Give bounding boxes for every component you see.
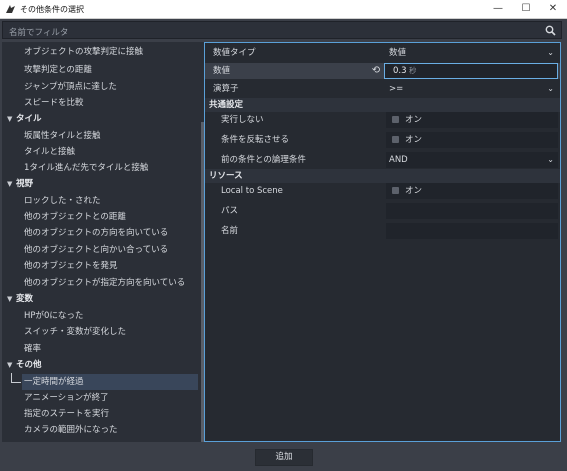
tree-item[interactable]: オブジェクトの攻撃判定に接触 (2, 44, 201, 60)
tree-item[interactable]: タイルと接触 (2, 144, 201, 160)
prop-label: 条件を反転させる (221, 135, 290, 145)
tree-item[interactable]: 指定のステートを実行 (2, 406, 201, 422)
prop-label: パス (221, 206, 239, 216)
category-label: その他 (16, 360, 42, 370)
chevron-down-icon: ⌄ (547, 84, 554, 93)
prop-label: 数値タイプ (213, 48, 256, 58)
tree-item[interactable]: 確率 (2, 341, 201, 357)
category-label: 変数 (16, 294, 34, 304)
checkbox-label: オン (405, 135, 423, 145)
dropdown-value: 数値 (389, 48, 407, 58)
category-label: 視野 (16, 179, 34, 189)
tree-item[interactable]: スイッチ・変数が変化した (2, 324, 201, 340)
value-type-dropdown[interactable]: 数値 ⌄ (386, 45, 558, 61)
tree-category-tile[interactable]: ▼ タイル (2, 111, 201, 127)
tree-item-selected[interactable]: 一定時間が経過 (22, 374, 198, 390)
tree-item[interactable]: スピードを比較 (2, 95, 201, 111)
unit-label: 秒 (409, 66, 417, 75)
prop-label: 名前 (221, 226, 239, 236)
godot-app-icon (6, 5, 15, 13)
operator-dropdown[interactable]: >= ⌄ (386, 81, 558, 97)
property-inspector: 数値タイプ 数値 ⌄ 数値 ⟲ 0.3 秒 演算子 >= ⌄ 共通設定 実行しない … (204, 42, 561, 442)
chevron-down-icon: ⌄ (547, 155, 554, 164)
add-button[interactable]: 追加 (255, 449, 313, 466)
revert-icon[interactable]: ⟲ (369, 63, 383, 79)
prop-logic: 前の条件との論理条件 AND ⌄ (205, 152, 560, 168)
chevron-down-icon[interactable]: ▼ (7, 176, 12, 192)
tree-item[interactable]: カメラの範囲外になった (2, 422, 201, 438)
tree-category-view[interactable]: ▼ 視野 (2, 176, 201, 192)
prop-label: Local to Scene (221, 186, 283, 196)
chevron-down-icon: ⌄ (547, 48, 554, 57)
checkbox-icon[interactable] (392, 187, 399, 194)
close-button[interactable]: ✕ (540, 0, 566, 18)
prop-path: パス (205, 203, 560, 219)
name-field[interactable] (386, 223, 558, 239)
checkbox-icon[interactable] (392, 116, 399, 123)
prop-label: 実行しない (221, 115, 264, 125)
prop-operator: 演算子 >= ⌄ (205, 81, 560, 97)
number-value: 0.3 (393, 66, 407, 76)
minimize-button[interactable]: — (485, 0, 511, 18)
prop-no-exec: 実行しない オン (205, 112, 560, 128)
prop-value-type: 数値タイプ 数値 ⌄ (205, 45, 560, 61)
prop-label: 前の条件との論理条件 (221, 155, 306, 165)
filter-placeholder: 名前でフィルタ (9, 28, 69, 38)
local-to-scene-checkbox[interactable]: オン (386, 183, 558, 199)
tree-guide-line (11, 373, 12, 382)
maximize-button[interactable]: ☐ (513, 0, 539, 18)
tree-item[interactable]: ジャンプが頂点に達した (2, 79, 201, 95)
tree-item[interactable]: 他のオブジェクトの方向を向いている (2, 225, 201, 241)
tree-item[interactable]: 1タイル進んだ先でタイルと接触 (2, 160, 201, 176)
search-icon[interactable] (545, 25, 556, 36)
section-common[interactable]: 共通設定 (205, 98, 560, 112)
tree-item[interactable]: 他のオブジェクトを発見 (2, 258, 201, 274)
tree-item[interactable]: アニメーションが終了 (2, 390, 201, 406)
no-exec-checkbox[interactable]: オン (386, 112, 558, 128)
logic-dropdown[interactable]: AND ⌄ (386, 152, 558, 168)
prop-name: 名前 (205, 223, 560, 239)
title-bar: その他条件の選択 — ☐ ✕ (0, 0, 567, 19)
filter-input[interactable]: 名前でフィルタ (2, 21, 562, 39)
checkbox-label: オン (405, 186, 423, 196)
chevron-down-icon[interactable]: ▼ (7, 357, 12, 373)
tree-item[interactable]: 攻撃判定との距離 (2, 62, 201, 78)
tree-item[interactable]: 坂属性タイルと接触 (2, 128, 201, 144)
prop-label: 数値 (213, 66, 231, 76)
checkbox-label: オン (405, 115, 423, 125)
tree-guide-line (11, 382, 21, 383)
value-number-input[interactable]: 0.3 秒 (384, 63, 558, 79)
path-field[interactable] (386, 203, 558, 219)
window-title: その他条件の選択 (20, 5, 84, 14)
tree-item[interactable]: 他のオブジェクトと向かい合っている (2, 242, 201, 258)
tree-item[interactable]: 他のオブジェクトとの距離 (2, 209, 201, 225)
dropdown-value: AND (389, 155, 408, 165)
category-label: タイル (16, 114, 42, 124)
tree-item[interactable]: HPが0になった (2, 308, 201, 324)
prop-local-to-scene: Local to Scene オン (205, 183, 560, 199)
dropdown-value: >= (389, 84, 404, 94)
tree-category-other[interactable]: ▼ その他 (2, 357, 201, 373)
section-resource[interactable]: リソース (205, 169, 560, 183)
tree-category-variable[interactable]: ▼ 変数 (2, 291, 201, 307)
checkbox-icon[interactable] (392, 136, 399, 143)
chevron-down-icon[interactable]: ▼ (7, 291, 12, 307)
prop-label: 演算子 (213, 84, 239, 94)
invert-checkbox[interactable]: オン (386, 132, 558, 148)
chevron-down-icon[interactable]: ▼ (7, 111, 12, 127)
tree-item[interactable]: ロックした・された (2, 193, 201, 209)
condition-tree[interactable]: オブジェクトの攻撃判定に接触 攻撃判定との距離 ジャンプが頂点に達した スピード… (2, 42, 201, 442)
tree-item[interactable]: 他のオブジェクトが指定方向を向いている (2, 275, 201, 291)
prop-invert: 条件を反転させる オン (205, 132, 560, 148)
